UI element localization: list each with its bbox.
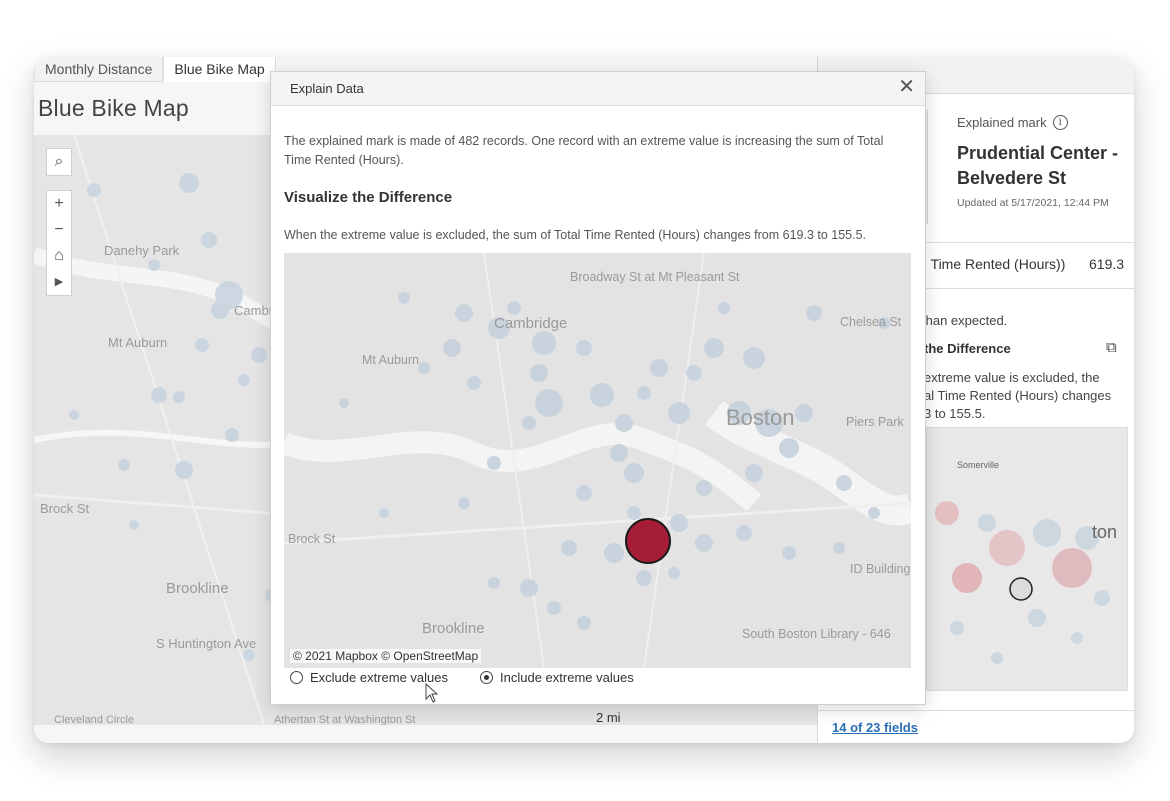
divider [926,288,1134,289]
zoom-out-icon[interactable]: − [47,217,71,243]
dialog-summary: The explained mark is made of 482 record… [284,134,884,167]
divider [818,710,1134,711]
measure-label: al Time Rented (Hours)) [916,256,1066,272]
close-icon[interactable]: ✕ [898,77,915,97]
zoom-in-icon[interactable]: + [47,191,71,217]
sheet-tabs: Monthly Distance Blue Bike Map [34,57,276,82]
explained-mark-name: Prudential Center - Belvedere St [957,143,1119,188]
tab-monthly-distance[interactable]: Monthly Distance [34,57,164,82]
map-label-bottom-street: Athertan St at Washington St [274,714,415,725]
mini-map-label-boston: ton [1092,522,1117,542]
extreme-value-mark[interactable] [625,518,671,564]
map-label-bottom-left: Cleveland Circle [54,714,134,725]
side-section-text-1: extreme value is excluded, the [924,370,1100,385]
dlg-map-label-mt-auburn: Mt Auburn [362,353,419,367]
map-scale-label: 2 mi [596,710,621,725]
fields-link[interactable]: 14 of 23 fields [832,720,918,735]
dlg-map-label-chelsea-st: Chelsea St [840,315,902,329]
mini-map-canvas: Somerville ton [927,428,1127,690]
map-search-tool[interactable]: ⌕ [46,148,72,176]
map-label-danehy-park: Danehy Park [104,243,180,258]
mouse-cursor-icon [425,683,439,703]
dialog-header: Explain Data ✕ [271,72,925,106]
map-zoom-tools: + − ⌂ ▶ [46,190,72,296]
side-section-text-3: 3 to 155.5. [924,406,986,421]
map-label-mt-auburn: Mt Auburn [108,335,167,350]
extreme-value-options: Exclude extreme values Include extreme v… [290,670,634,685]
include-label: Include extreme values [500,670,634,685]
search-icon[interactable]: ⌕ [47,149,71,175]
dlg-map-label-brookline: Brookline [422,620,485,637]
include-radio[interactable] [480,671,494,684]
measure-value: 619.3 [1089,256,1125,272]
dlg-map-label-id-building: ID Building [850,562,910,576]
tab-blue-bike-map[interactable]: Blue Bike Map [163,57,276,82]
dlg-map-label-brock-st: Brock St [288,532,336,546]
explain-data-dialog: Explain Data ✕ The explained mark is mad… [270,71,926,705]
dialog-title: Explain Data [290,81,364,96]
dlg-map-label-boston: Boston [726,405,795,430]
include-extreme-option[interactable]: Include extreme values [480,670,634,685]
difference-map[interactable]: Broadway St at Mt Pleasant St Cambridge … [284,253,911,668]
play-icon[interactable]: ▶ [47,269,71,295]
exclude-radio[interactable] [290,671,303,684]
side-section-title: the Difference [924,341,1011,356]
info-icon[interactable]: i [1052,115,1068,130]
dlg-map-label-cambridge: Cambridge [494,315,567,332]
difference-map-canvas: Broadway St at Mt Pleasant St Cambridge … [284,253,911,668]
map-label-brock-st: Brock St [40,501,90,516]
dlg-map-label-broadway: Broadway St at Mt Pleasant St [570,270,740,284]
map-label-s-huntington-ave: S Huntington Ave [156,636,256,651]
mini-map-label-somerville: Somerville [957,460,999,470]
page-title: Blue Bike Map [38,95,189,121]
map-label-brookline: Brookline [166,580,229,597]
explained-mark-label: Explained mark i [957,115,1068,130]
side-section-text-2: al Time Rented (Hours) changes [924,388,1112,403]
explained-mark-text: Explained mark [957,115,1047,130]
updated-timestamp: Updated at 5/17/2021, 12:44 PM [957,197,1109,209]
divider [926,242,1134,243]
dlg-map-label-south-boston-library: South Boston Library - 646 [742,627,891,641]
explained-mark-outline [1009,577,1033,601]
dlg-map-label-piers-park: Piers Park [846,415,904,429]
side-mini-map[interactable]: Somerville ton [926,427,1128,691]
difference-text: When the extreme value is excluded, the … [284,228,867,242]
visualize-difference-title: Visualize the Difference [284,189,453,206]
map-copyright: © 2021 Mapbox © OpenStreetMap [290,649,482,663]
side-lower-text: than expected. [922,313,1008,328]
home-icon[interactable]: ⌂ [47,243,71,269]
open-external-icon[interactable]: ⧉ [1106,339,1117,356]
